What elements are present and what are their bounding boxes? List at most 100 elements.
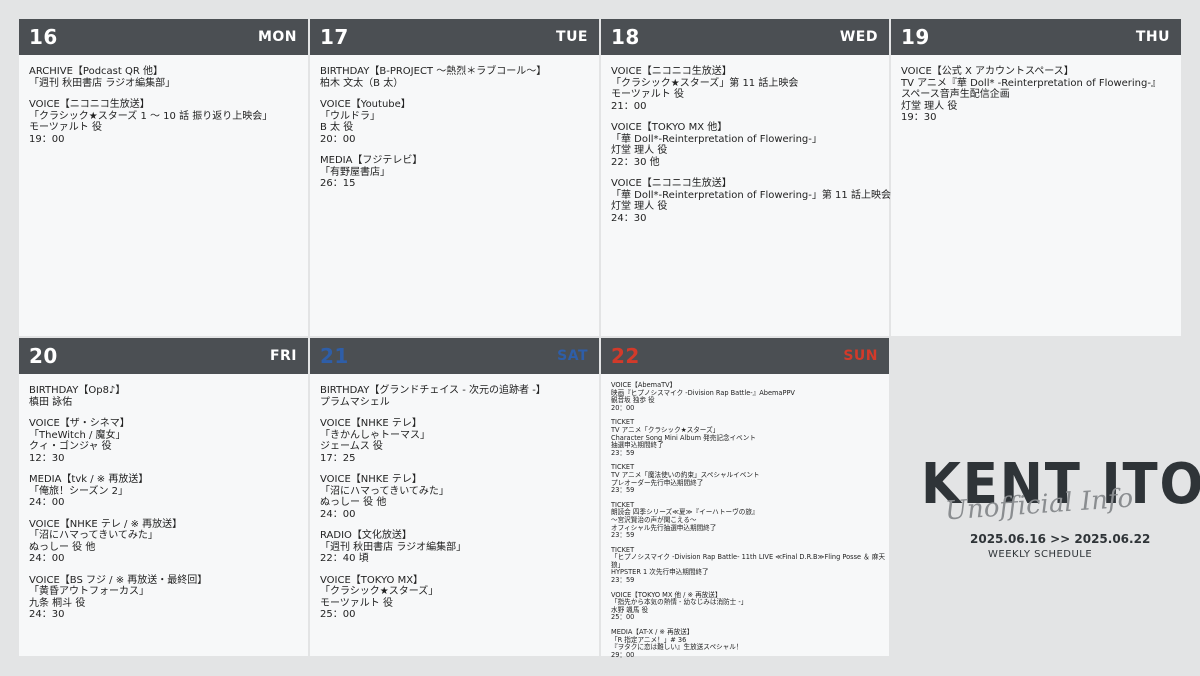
schedule-entry: VOICE【ニコニコ生放送】 「華 Doll*-Reinterpretation …	[611, 178, 891, 224]
entry-line: 23：59	[611, 486, 635, 495]
day-card-tue: 17 TUE BIRTHDAY【B-PROJECT 〜熱烈＊ラブコール〜】 柏木 文太…	[310, 19, 599, 336]
entry-line: 「華 Doll*-Reinterpretation of Flowering-」	[611, 133, 822, 145]
schedule-entry: VOICE【TOKYO MX 他】 「華 Doll*-Reinterpretati…	[611, 122, 879, 168]
entry-line: 20：00	[611, 403, 635, 412]
day-number: 18	[611, 25, 640, 49]
day-card-fri: 20 FRI BIRTHDAY【Op8♪】 槙田 詠佑 VOICE【ザ・シネマ】 「The…	[19, 338, 308, 656]
schedule-entry: TICKET TV アニメ「魔法使いの約束」スペシャルイベント プレオーダー先行申込…	[611, 464, 879, 494]
entry-line: 19：30	[901, 112, 937, 123]
day-events: BIRTHDAY【Op8♪】 槙田 詠佑 VOICE【ザ・シネマ】 「TheWitch…	[19, 374, 308, 621]
entry-line: 「沼にハマってきいてみた」	[29, 530, 158, 541]
entry-line: TV アニメ『華 Doll* -Reinterpretation of Flow…	[901, 77, 1161, 89]
entry-line: 「クラシック★スターズ」第 11 話上映会	[611, 77, 799, 89]
entry-line: 24：00	[29, 553, 65, 564]
entry-category: VOICE【ザ・シネマ】	[29, 418, 130, 429]
entry-line: 20：00	[320, 133, 356, 145]
entry-line: 23：59	[611, 531, 635, 540]
entry-line: 12：30	[29, 452, 65, 464]
day-number: 19	[901, 25, 930, 49]
day-card-wed: 18 WED VOICE【ニコニコ生放送】 「クラシック★スターズ」第 11 話上映会…	[601, 19, 891, 336]
day-of-week: SUN	[843, 348, 878, 364]
entry-line: 19：00	[29, 133, 65, 145]
day-events: BIRTHDAY【B-PROJECT 〜熱烈＊ラブコール〜】 柏木 文太（B 太）…	[310, 55, 599, 190]
schedule-entry: MEDIA【フジテレビ】 「有野屋書店」 26：15	[320, 155, 589, 190]
entry-line: 「きかんしゃトーマス」	[320, 429, 430, 441]
entry-line: 「黄昏アウトフォーカス」	[29, 586, 149, 597]
day-of-week: SAT	[557, 348, 588, 364]
entry-line: B 太 役	[320, 122, 354, 133]
entry-category: VOICE【公式 X アカウントスペース】	[901, 66, 1074, 77]
day-of-week: MON	[257, 29, 297, 45]
entry-line: 「俺旅！シーズン 2」	[29, 485, 129, 497]
entry-line: ジェームス 役	[320, 441, 383, 452]
day-of-week: THU	[1135, 29, 1170, 45]
entry-line: 灯堂 理人 役	[611, 201, 668, 212]
day-events: VOICE【ニコニコ生放送】 「クラシック★スターズ」第 11 話上映会 モーツァル…	[601, 55, 891, 224]
schedule-entry: VOICE【TOKYO MX】 「クラシック★スターズ」 モーツァルト 役 25：00	[320, 575, 589, 621]
entry-line: 灯堂 理人 役	[611, 145, 668, 156]
schedule-entry: BIRTHDAY【グランドチェイス - 次元の追跡者 -】 プラムマシェル	[320, 385, 589, 408]
entry-line: 26：15	[320, 178, 356, 189]
entry-line: 22：40 頃	[320, 553, 369, 564]
day-header: 22 SUN	[601, 338, 889, 374]
entry-category: BIRTHDAY【グランドチェイス - 次元の追跡者 -】	[320, 385, 546, 396]
schedule-entry: TICKET 朗読会 四季シリーズ≪夏≫『イーハトーヴの旅』 〜宮沢賢治の声が聞こえ…	[611, 501, 879, 540]
schedule-entry: RADIO【文化放送】 「週刊 秋田書店 ラジオ編集部」 22：40 頃	[320, 530, 589, 565]
entry-line: モーツァルト 役	[29, 122, 102, 133]
entry-line: HYPSTER 1 次先行申込期間終了	[611, 568, 709, 577]
day-number: 20	[29, 344, 58, 368]
day-of-week: TUE	[556, 29, 588, 45]
day-events: ARCHIVE【Podcast QR 他】 「週刊 秋田書店 ラジオ編集部」 VOI…	[19, 55, 308, 145]
schedule-entry: VOICE【TOKYO MX 他 / ※ 再放送】 「指先から本気の熱情 - 幼な…	[611, 591, 879, 622]
entry-line: クィ・ゴンジャ 役	[29, 441, 112, 452]
entry-line: 「週刊 秋田書店 ラジオ編集部」	[320, 541, 467, 553]
schedule-entry: TICKET TV アニメ「クラシック★スターズ」 Character Song M…	[611, 419, 879, 457]
day-of-week: WED	[839, 29, 878, 45]
entry-line: 九条 桐斗 役	[29, 597, 86, 609]
day-card-sat: 21 SAT BIRTHDAY【グランドチェイス - 次元の追跡者 -】 プラムマシェ…	[310, 338, 599, 656]
entry-line: 「クラシック★スターズ 1 〜 10 話 振り返り上映会」	[29, 110, 273, 122]
entry-line: ぬっしー 役 他	[320, 497, 387, 508]
schedule-entry: VOICE【Youtube】 「ウルドラ」 B 太 役 20：00	[320, 99, 589, 145]
entry-category: MEDIA【フジテレビ】	[320, 155, 423, 166]
entry-category: VOICE【NHKE テレ】	[320, 418, 422, 429]
schedule-entry: VOICE【NHKE テレ / ※ 再放送】 「沼にハマってきいてみた」 ぬっしー …	[29, 519, 298, 565]
entry-line: モーツァルト 役	[611, 89, 684, 100]
day-events: BIRTHDAY【グランドチェイス - 次元の追跡者 -】 プラムマシェル VOIC…	[310, 374, 599, 621]
schedule-entry: ARCHIVE【Podcast QR 他】 「週刊 秋田書店 ラジオ編集部」	[29, 66, 298, 89]
entry-category: VOICE【TOKYO MX 他】	[611, 122, 728, 133]
schedule-entry: VOICE【NHKE テレ】 「きかんしゃトーマス」 ジェームス 役 17：25	[320, 418, 589, 464]
schedule-entry: VOICE【公式 X アカウントスペース】 TV アニメ『華 Doll* -Rei…	[901, 66, 1171, 124]
day-number: 17	[320, 25, 349, 49]
schedule-entry: VOICE【ザ・シネマ】 「TheWitch / 魔女」 クィ・ゴンジャ 役 12：3…	[29, 418, 298, 464]
entry-category: RADIO【文化放送】	[320, 530, 412, 541]
schedule-entry: TICKET 「ヒプノシスマイク -Division Rap Battle- 11…	[611, 546, 885, 585]
entry-line: オフィシャル先行抽選申込期間終了	[611, 523, 717, 532]
entry-line: 24：30	[29, 609, 65, 620]
schedule-entry: VOICE【ニコニコ生放送】 「クラシック★スターズ 1 〜 10 話 振り返り上…	[29, 99, 298, 145]
entry-line: 23：59	[611, 576, 635, 585]
entry-line: 「週刊 秋田書店 ラジオ編集部」	[29, 77, 176, 89]
entry-line: スペース音声生配信企画	[901, 89, 1010, 100]
entry-category: VOICE【ニコニコ生放送】	[611, 66, 732, 77]
entry-line: 23：59	[611, 448, 635, 457]
entry-line: 水野 颯馬 役	[611, 605, 649, 614]
entry-line: 22：30 他	[611, 156, 660, 168]
day-events: VOICE【公式 X アカウントスペース】 TV アニメ『華 Doll* -Rei…	[891, 55, 1181, 124]
entry-category: VOICE【NHKE テレ】	[320, 474, 422, 485]
day-header: 17 TUE	[310, 19, 599, 55]
day-card-sun: 22 SUN VOICE【AbemaTV】 映画『ヒプノシスマイク -Division…	[601, 338, 889, 659]
entry-category: BIRTHDAY【Op8♪】	[29, 385, 126, 396]
schedule-entry: VOICE【ニコニコ生放送】 「クラシック★スターズ」第 11 話上映会 モーツァル…	[611, 66, 879, 112]
schedule-entry: MEDIA【AT-X / ※ 再放送】 「R 指定アニメ！」# 36 『ヲタクに恋は…	[611, 628, 879, 659]
entry-line: 「クラシック★スターズ」	[320, 586, 439, 597]
entry-category: VOICE【ニコニコ生放送】	[611, 178, 732, 189]
entry-line: 『ヲタクに恋は難しい』生放送スペシャル！	[611, 643, 743, 652]
entry-line: 「TheWitch / 魔女」	[29, 429, 126, 441]
day-of-week: FRI	[269, 348, 297, 364]
day-number: 16	[29, 25, 58, 49]
brand-logo: KENT ITO Unofficial Info 2025.06.16 >> 2…	[915, 452, 1200, 572]
entry-line: 「指先から本気の熱情 - 幼なじみは消防士 -」	[611, 598, 748, 607]
entry-line: 24：00	[29, 497, 65, 508]
entry-category: MEDIA【tvk / ※ 再放送】	[29, 474, 149, 485]
